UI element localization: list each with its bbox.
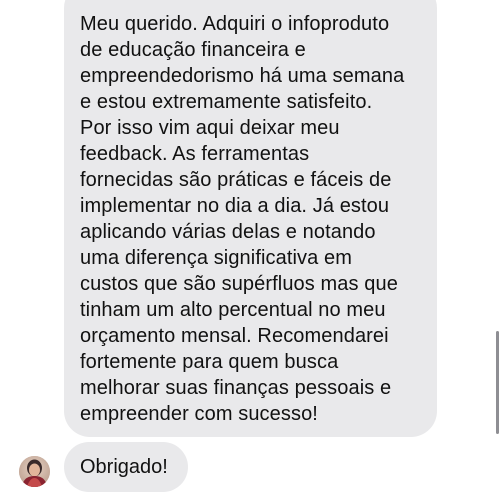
message-line: empreendedorismo há uma semana bbox=[80, 65, 405, 87]
message-line: custos que são supérfluos mas que bbox=[80, 273, 398, 295]
message-bubble-incoming[interactable]: Meu querido. Adquiri o infoproduto de ed… bbox=[64, 0, 437, 437]
message-line: fortemente para quem busca bbox=[80, 351, 339, 373]
message-bubble-thanks[interactable]: Obrigado! bbox=[64, 442, 188, 492]
sender-avatar[interactable] bbox=[19, 456, 50, 487]
chat-screen: Meu querido. Adquiri o infoproduto de ed… bbox=[0, 0, 504, 497]
message-line: melhorar suas finanças pessoais e bbox=[80, 377, 392, 399]
message-line: implementar no dia a dia. Já estou bbox=[80, 195, 390, 217]
message-line: e estou extremamente satisfeito. bbox=[80, 91, 373, 113]
message-line: orçamento mensal. Recomendarei bbox=[80, 325, 389, 347]
message-line: de educação financeira e bbox=[80, 39, 306, 61]
message-line: fornecidas são práticas e fáceis de bbox=[80, 169, 392, 191]
message-line: uma diferença significativa em bbox=[80, 247, 353, 269]
message-text: Obrigado! bbox=[80, 456, 168, 478]
message-line: Meu querido. Adquiri o infoproduto bbox=[80, 13, 390, 35]
message-line: Por isso vim aqui deixar meu bbox=[80, 117, 340, 139]
scrollbar-thumb[interactable] bbox=[496, 331, 499, 434]
message-line: feedback. As ferramentas bbox=[80, 143, 310, 165]
message-line: aplicando várias delas e notando bbox=[80, 221, 376, 243]
message-line: tinham um alto percentual no meu bbox=[80, 299, 386, 321]
message-text: Meu querido. Adquiri o infoproduto de ed… bbox=[80, 11, 421, 427]
user-avatar-photo-icon bbox=[19, 456, 50, 487]
message-line: empreender com sucesso! bbox=[80, 403, 318, 425]
